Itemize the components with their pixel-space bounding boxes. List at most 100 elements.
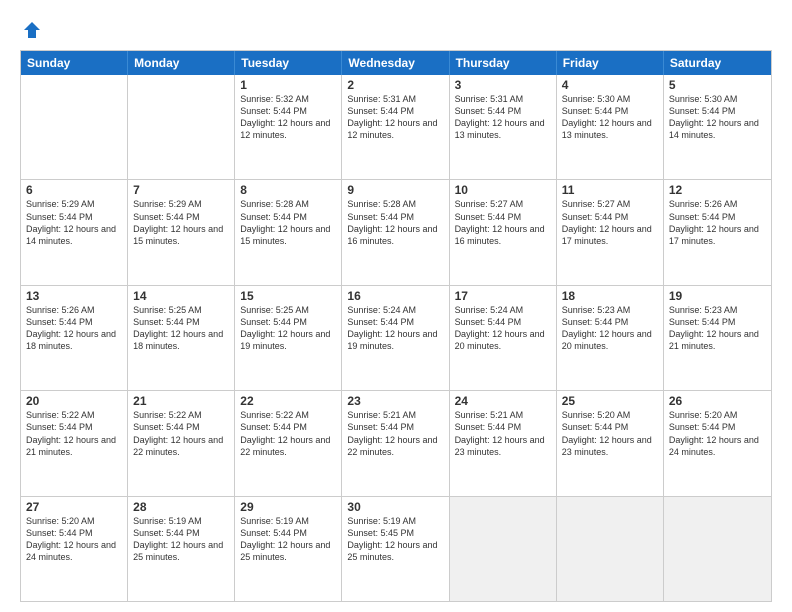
day-number: 14 (133, 289, 229, 303)
day-number: 19 (669, 289, 766, 303)
day-number: 11 (562, 183, 658, 197)
cell-info: Sunrise: 5:19 AM Sunset: 5:44 PM Dayligh… (240, 515, 336, 564)
calendar-cell: 27Sunrise: 5:20 AM Sunset: 5:44 PM Dayli… (21, 497, 128, 601)
cell-info: Sunrise: 5:23 AM Sunset: 5:44 PM Dayligh… (669, 304, 766, 353)
calendar-cell: 16Sunrise: 5:24 AM Sunset: 5:44 PM Dayli… (342, 286, 449, 390)
cell-info: Sunrise: 5:22 AM Sunset: 5:44 PM Dayligh… (240, 409, 336, 458)
cell-info: Sunrise: 5:20 AM Sunset: 5:44 PM Dayligh… (562, 409, 658, 458)
day-number: 16 (347, 289, 443, 303)
day-number: 26 (669, 394, 766, 408)
calendar-cell: 29Sunrise: 5:19 AM Sunset: 5:44 PM Dayli… (235, 497, 342, 601)
cell-info: Sunrise: 5:20 AM Sunset: 5:44 PM Dayligh… (669, 409, 766, 458)
calendar-cell: 4Sunrise: 5:30 AM Sunset: 5:44 PM Daylig… (557, 75, 664, 179)
day-number: 4 (562, 78, 658, 92)
cell-info: Sunrise: 5:21 AM Sunset: 5:44 PM Dayligh… (455, 409, 551, 458)
day-header-friday: Friday (557, 51, 664, 75)
calendar-cell: 3Sunrise: 5:31 AM Sunset: 5:44 PM Daylig… (450, 75, 557, 179)
cell-info: Sunrise: 5:29 AM Sunset: 5:44 PM Dayligh… (133, 198, 229, 247)
day-number: 9 (347, 183, 443, 197)
cell-info: Sunrise: 5:19 AM Sunset: 5:44 PM Dayligh… (133, 515, 229, 564)
calendar-week-5: 27Sunrise: 5:20 AM Sunset: 5:44 PM Dayli… (21, 496, 771, 601)
logo-icon (20, 18, 44, 42)
calendar-week-2: 6Sunrise: 5:29 AM Sunset: 5:44 PM Daylig… (21, 179, 771, 284)
calendar-cell: 25Sunrise: 5:20 AM Sunset: 5:44 PM Dayli… (557, 391, 664, 495)
day-number: 27 (26, 500, 122, 514)
calendar-cell (450, 497, 557, 601)
cell-info: Sunrise: 5:31 AM Sunset: 5:44 PM Dayligh… (347, 93, 443, 142)
calendar-week-1: 1Sunrise: 5:32 AM Sunset: 5:44 PM Daylig… (21, 75, 771, 179)
day-number: 13 (26, 289, 122, 303)
day-number: 28 (133, 500, 229, 514)
cell-info: Sunrise: 5:24 AM Sunset: 5:44 PM Dayligh… (347, 304, 443, 353)
day-header-monday: Monday (128, 51, 235, 75)
calendar-cell: 12Sunrise: 5:26 AM Sunset: 5:44 PM Dayli… (664, 180, 771, 284)
day-number: 22 (240, 394, 336, 408)
day-number: 25 (562, 394, 658, 408)
calendar-cell: 20Sunrise: 5:22 AM Sunset: 5:44 PM Dayli… (21, 391, 128, 495)
cell-info: Sunrise: 5:28 AM Sunset: 5:44 PM Dayligh… (240, 198, 336, 247)
calendar-cell: 26Sunrise: 5:20 AM Sunset: 5:44 PM Dayli… (664, 391, 771, 495)
day-number: 7 (133, 183, 229, 197)
calendar-cell (557, 497, 664, 601)
calendar-cell: 23Sunrise: 5:21 AM Sunset: 5:44 PM Dayli… (342, 391, 449, 495)
cell-info: Sunrise: 5:19 AM Sunset: 5:45 PM Dayligh… (347, 515, 443, 564)
calendar-cell: 28Sunrise: 5:19 AM Sunset: 5:44 PM Dayli… (128, 497, 235, 601)
calendar-cell: 17Sunrise: 5:24 AM Sunset: 5:44 PM Dayli… (450, 286, 557, 390)
calendar-cell: 19Sunrise: 5:23 AM Sunset: 5:44 PM Dayli… (664, 286, 771, 390)
calendar-cell: 18Sunrise: 5:23 AM Sunset: 5:44 PM Dayli… (557, 286, 664, 390)
day-number: 30 (347, 500, 443, 514)
calendar-cell: 2Sunrise: 5:31 AM Sunset: 5:44 PM Daylig… (342, 75, 449, 179)
calendar-cell (21, 75, 128, 179)
day-number: 10 (455, 183, 551, 197)
cell-info: Sunrise: 5:22 AM Sunset: 5:44 PM Dayligh… (133, 409, 229, 458)
cell-info: Sunrise: 5:31 AM Sunset: 5:44 PM Dayligh… (455, 93, 551, 142)
calendar-cell: 15Sunrise: 5:25 AM Sunset: 5:44 PM Dayli… (235, 286, 342, 390)
cell-info: Sunrise: 5:27 AM Sunset: 5:44 PM Dayligh… (562, 198, 658, 247)
calendar-body: 1Sunrise: 5:32 AM Sunset: 5:44 PM Daylig… (21, 75, 771, 601)
day-number: 23 (347, 394, 443, 408)
calendar-cell: 30Sunrise: 5:19 AM Sunset: 5:45 PM Dayli… (342, 497, 449, 601)
day-number: 24 (455, 394, 551, 408)
calendar-cell: 13Sunrise: 5:26 AM Sunset: 5:44 PM Dayli… (21, 286, 128, 390)
calendar-week-4: 20Sunrise: 5:22 AM Sunset: 5:44 PM Dayli… (21, 390, 771, 495)
day-number: 21 (133, 394, 229, 408)
calendar-cell: 1Sunrise: 5:32 AM Sunset: 5:44 PM Daylig… (235, 75, 342, 179)
calendar-cell: 22Sunrise: 5:22 AM Sunset: 5:44 PM Dayli… (235, 391, 342, 495)
calendar-cell: 21Sunrise: 5:22 AM Sunset: 5:44 PM Dayli… (128, 391, 235, 495)
day-number: 12 (669, 183, 766, 197)
cell-info: Sunrise: 5:30 AM Sunset: 5:44 PM Dayligh… (669, 93, 766, 142)
cell-info: Sunrise: 5:28 AM Sunset: 5:44 PM Dayligh… (347, 198, 443, 247)
calendar-header: SundayMondayTuesdayWednesdayThursdayFrid… (21, 51, 771, 75)
cell-info: Sunrise: 5:26 AM Sunset: 5:44 PM Dayligh… (669, 198, 766, 247)
calendar-cell (664, 497, 771, 601)
page: SundayMondayTuesdayWednesdayThursdayFrid… (0, 0, 792, 612)
day-number: 15 (240, 289, 336, 303)
day-number: 3 (455, 78, 551, 92)
calendar-cell: 10Sunrise: 5:27 AM Sunset: 5:44 PM Dayli… (450, 180, 557, 284)
calendar-cell: 5Sunrise: 5:30 AM Sunset: 5:44 PM Daylig… (664, 75, 771, 179)
cell-info: Sunrise: 5:21 AM Sunset: 5:44 PM Dayligh… (347, 409, 443, 458)
calendar-cell (128, 75, 235, 179)
day-header-thursday: Thursday (450, 51, 557, 75)
calendar-cell: 11Sunrise: 5:27 AM Sunset: 5:44 PM Dayli… (557, 180, 664, 284)
cell-info: Sunrise: 5:24 AM Sunset: 5:44 PM Dayligh… (455, 304, 551, 353)
day-header-wednesday: Wednesday (342, 51, 449, 75)
day-number: 17 (455, 289, 551, 303)
day-number: 20 (26, 394, 122, 408)
day-header-saturday: Saturday (664, 51, 771, 75)
day-number: 8 (240, 183, 336, 197)
calendar-cell: 9Sunrise: 5:28 AM Sunset: 5:44 PM Daylig… (342, 180, 449, 284)
calendar: SundayMondayTuesdayWednesdayThursdayFrid… (20, 50, 772, 602)
day-number: 1 (240, 78, 336, 92)
cell-info: Sunrise: 5:23 AM Sunset: 5:44 PM Dayligh… (562, 304, 658, 353)
logo (20, 18, 48, 42)
cell-info: Sunrise: 5:22 AM Sunset: 5:44 PM Dayligh… (26, 409, 122, 458)
day-header-sunday: Sunday (21, 51, 128, 75)
calendar-cell: 8Sunrise: 5:28 AM Sunset: 5:44 PM Daylig… (235, 180, 342, 284)
header (20, 18, 772, 42)
day-number: 5 (669, 78, 766, 92)
cell-info: Sunrise: 5:32 AM Sunset: 5:44 PM Dayligh… (240, 93, 336, 142)
calendar-cell: 6Sunrise: 5:29 AM Sunset: 5:44 PM Daylig… (21, 180, 128, 284)
calendar-cell: 7Sunrise: 5:29 AM Sunset: 5:44 PM Daylig… (128, 180, 235, 284)
day-number: 29 (240, 500, 336, 514)
